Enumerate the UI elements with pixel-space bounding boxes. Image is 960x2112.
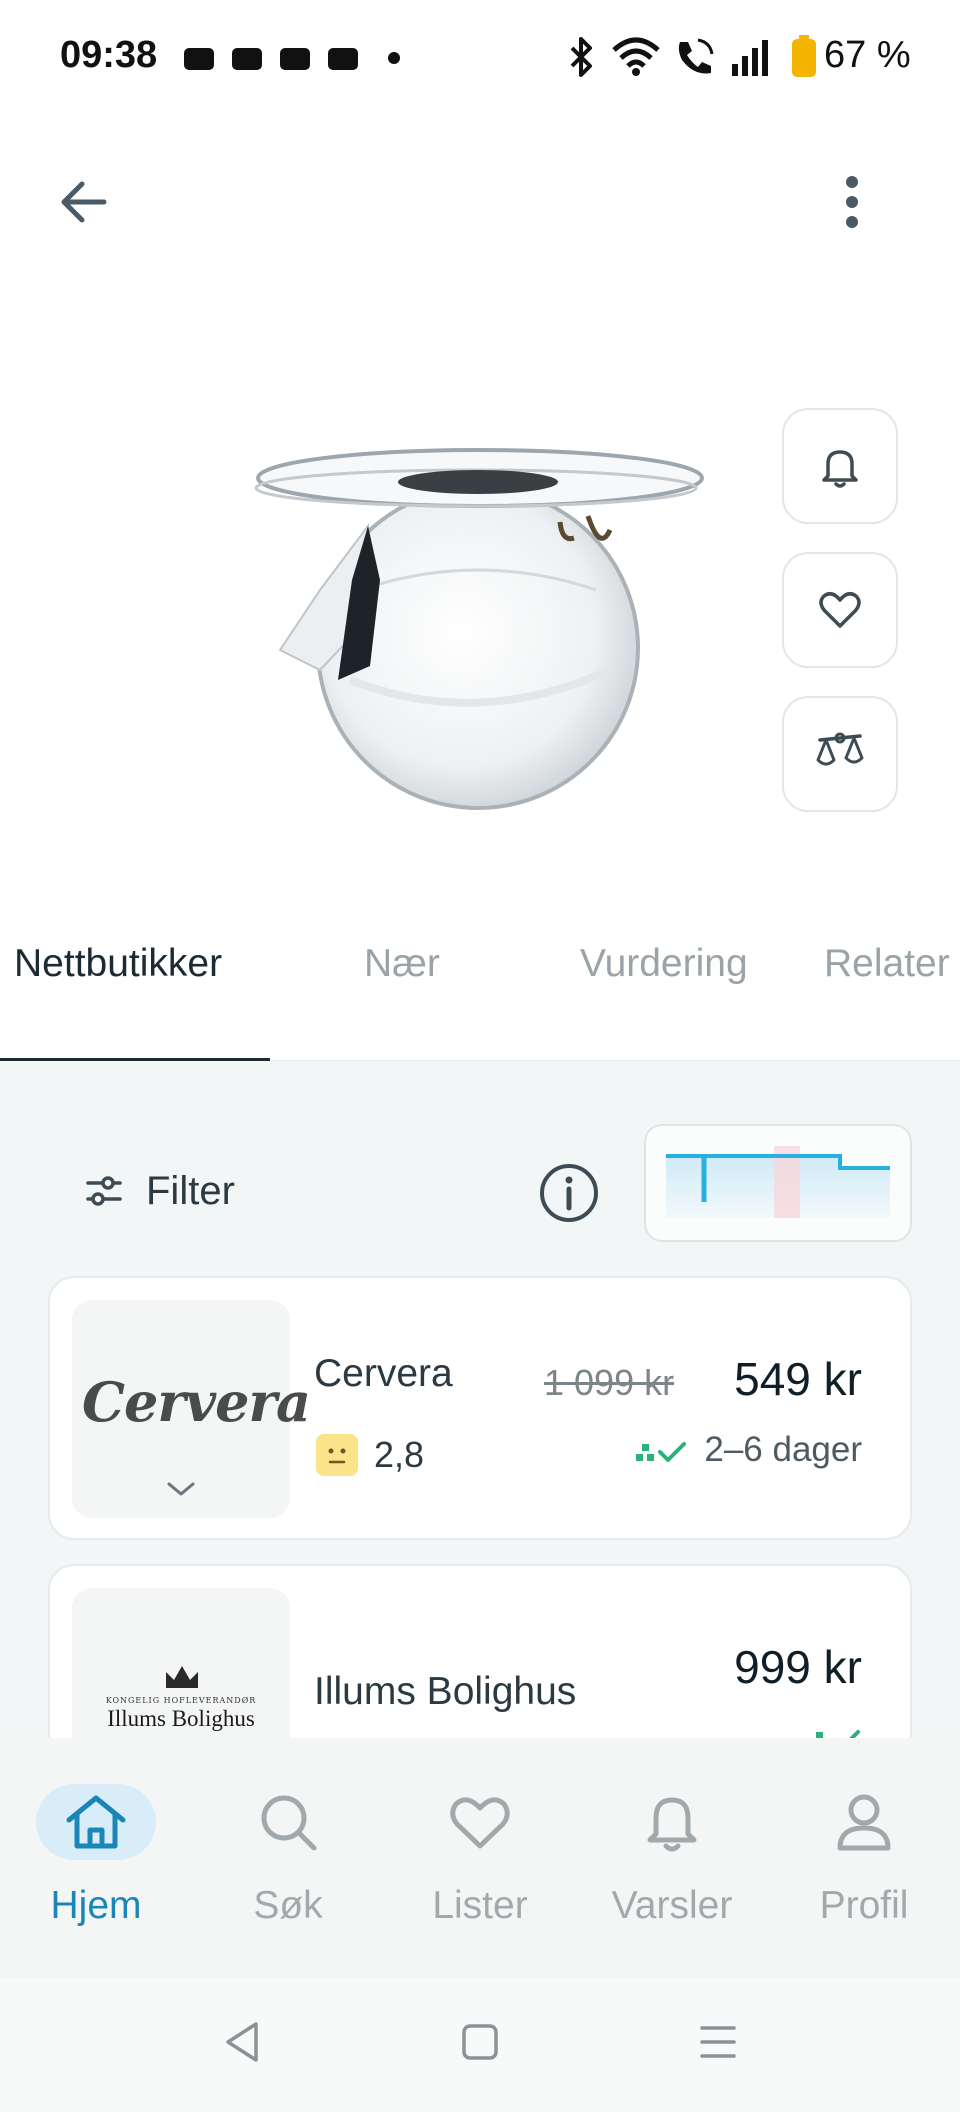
nav-profile[interactable]: Profil — [768, 1738, 960, 1978]
tab-nettbutikker[interactable]: Nettbutikker — [14, 942, 222, 986]
chevron-down-icon[interactable] — [166, 1480, 196, 1498]
bluetooth-icon — [570, 37, 592, 77]
back-triangle-icon[interactable] — [222, 2020, 262, 2064]
glass-vase-image — [254, 448, 704, 810]
store-logo-text: Cervera — [82, 1370, 311, 1434]
info-icon — [540, 1164, 598, 1222]
nav-search[interactable]: Søk — [192, 1738, 384, 1978]
store-name: Cervera — [314, 1352, 453, 1395]
price-alert-button[interactable] — [782, 408, 898, 524]
heart-icon — [819, 592, 861, 628]
status-bar: 09:38 67 % — [0, 0, 960, 110]
store-logo: KONGELIG HOFLEVERANDØR Illums Bolighus — [72, 1588, 290, 1738]
notification-icon — [232, 48, 262, 70]
bell-icon — [612, 1784, 732, 1860]
bell-icon — [822, 450, 858, 488]
system-navigation — [0, 1978, 960, 2112]
delivery-check-icon — [636, 1442, 686, 1462]
tab-vurdering[interactable]: Vurdering — [580, 942, 748, 986]
search-icon — [228, 1784, 348, 1860]
more-options-button[interactable] — [816, 166, 888, 238]
price-history-button[interactable] — [644, 1124, 912, 1242]
wifi-icon — [612, 37, 660, 76]
battery-percent: 67 % — [824, 34, 911, 76]
battery-icon — [792, 35, 816, 77]
menu-lines-icon[interactable] — [698, 2022, 738, 2062]
home-icon — [36, 1784, 156, 1860]
more-vertical-icon — [846, 176, 858, 228]
wifi-call-icon — [678, 38, 714, 74]
nav-lists[interactable]: Lister — [384, 1738, 576, 1978]
store-rating: 2,8 — [374, 1434, 425, 1475]
notification-icon — [328, 48, 358, 70]
product-image[interactable] — [240, 430, 720, 830]
nav-label: Profil — [819, 1884, 909, 1927]
price: 999 kr — [734, 1641, 862, 1693]
price: 549 kr — [734, 1353, 862, 1405]
nav-label: Varsler — [611, 1884, 733, 1927]
more-notifications-dot — [388, 52, 400, 64]
rating-face-icon — [316, 1434, 358, 1476]
filter-button[interactable]: Filter — [80, 1150, 270, 1232]
store-logo-subtext: KONGELIG HOFLEVERANDØR — [105, 1696, 257, 1705]
nav-label: Lister — [432, 1884, 528, 1927]
nav-label: Søk — [253, 1884, 323, 1927]
nav-label: Hjem — [50, 1884, 142, 1927]
offer-card-illums-bolighus[interactable]: KONGELIG HOFLEVERANDØR Illums Bolighus I… — [48, 1564, 912, 1738]
delivery-time: 2–6 dager — [704, 1430, 862, 1469]
status-time: 09:38 — [60, 34, 158, 76]
old-price: 1 099 kr — [544, 1362, 675, 1403]
back-button[interactable] — [48, 166, 120, 238]
user-icon — [804, 1784, 924, 1860]
delivery-check-icon — [816, 1730, 860, 1738]
info-button[interactable] — [536, 1160, 602, 1226]
nav-alerts[interactable]: Varsler — [576, 1738, 768, 1978]
compare-button[interactable] — [782, 696, 898, 812]
bottom-navigation: Hjem Søk Lister Varsler Profil — [0, 1738, 960, 1978]
offer-card-cervera[interactable]: Cervera Cervera 2,8 1 099 kr 549 kr 2–6 … — [48, 1276, 912, 1540]
crown-icon — [166, 1666, 198, 1688]
filter-label: Filter — [146, 1168, 235, 1213]
tab-relaterte[interactable]: Relater — [824, 942, 950, 986]
sliders-icon — [86, 1176, 122, 1206]
tab-naer[interactable]: Nær — [364, 942, 440, 986]
price-history-chart — [666, 1146, 890, 1218]
offers-list[interactable]: Filter Cervera Cervera 2,8 1 099 kr 549 … — [0, 1061, 960, 1738]
store-logo: Cervera — [72, 1300, 311, 1518]
store-logo-text: Illums Bolighus — [107, 1706, 255, 1731]
notification-icon — [280, 48, 310, 70]
nav-home[interactable]: Hjem — [0, 1738, 192, 1978]
favorite-button[interactable] — [782, 552, 898, 668]
arrow-left-icon — [61, 181, 107, 223]
signal-icon — [732, 40, 768, 76]
heart-icon — [420, 1784, 540, 1860]
store-name: Illums Bolighus — [314, 1670, 577, 1713]
home-square-icon[interactable] — [460, 2022, 500, 2062]
notification-icon — [184, 48, 214, 70]
scale-icon — [816, 732, 864, 766]
